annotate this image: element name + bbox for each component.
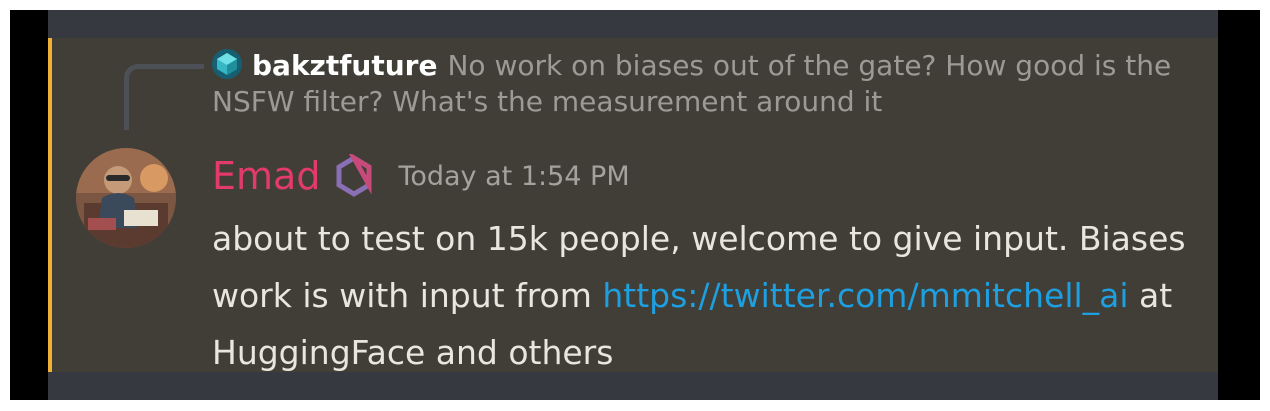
reply-preview[interactable]: bakztfuture No work on biases out of the … — [212, 48, 1192, 120]
message-header: Emad Today at 1:54 PM — [212, 151, 630, 200]
author-avatar[interactable] — [76, 148, 176, 248]
message-timestamp: Today at 1:54 PM — [398, 160, 630, 192]
chat-message[interactable]: bakztfuture No work on biases out of the … — [48, 38, 1218, 372]
screenshot-frame: bakztfuture No work on biases out of the … — [10, 10, 1260, 400]
reply-username[interactable]: bakztfuture — [252, 49, 437, 82]
message-link[interactable]: https://twitter.com/mmitchell_ai — [602, 276, 1128, 315]
reply-connector-line — [124, 64, 204, 130]
message-content: about to test on 15k people, welcome to … — [212, 210, 1212, 381]
reply-avatar-icon[interactable] — [212, 49, 242, 79]
hexagon-ring-icon[interactable] — [332, 151, 376, 198]
chat-area: bakztfuture No work on biases out of the … — [48, 10, 1218, 400]
author-name[interactable]: Emad — [212, 154, 320, 198]
